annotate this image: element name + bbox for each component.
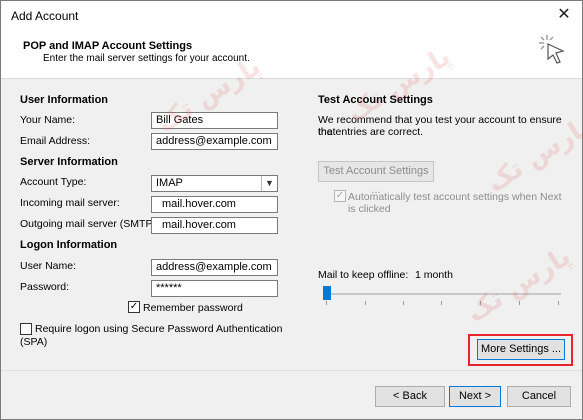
email-address-input[interactable]: address@example.com bbox=[151, 133, 278, 150]
user-name-input[interactable]: address@example.com bbox=[151, 259, 278, 276]
test-description-line2: the entries are correct. bbox=[318, 126, 424, 138]
account-type-label: Account Type: bbox=[20, 176, 87, 188]
remember-password-label: Remember password bbox=[143, 302, 243, 314]
account-type-select[interactable]: IMAP ▼ bbox=[151, 175, 278, 192]
your-name-label: Your Name: bbox=[20, 114, 76, 126]
require-spa-label-line1: Require logon using Secure Password Auth… bbox=[35, 323, 283, 335]
server-information-heading: Server Information bbox=[20, 156, 118, 168]
chevron-down-icon[interactable]: ▼ bbox=[261, 176, 277, 191]
watermark-text: پارس تک bbox=[461, 241, 576, 329]
page-title: POP and IMAP Account Settings bbox=[23, 40, 193, 52]
dialog-footer: < Back Next > Cancel bbox=[1, 370, 582, 419]
auto-test-label-line1: Automatically test account settings when… bbox=[348, 191, 562, 203]
test-account-settings-heading: Test Account Settings bbox=[318, 94, 433, 106]
next-button[interactable]: Next > bbox=[449, 386, 501, 407]
slider-tick bbox=[519, 301, 520, 305]
your-name-input[interactable]: Bill Gates bbox=[151, 112, 278, 129]
back-button[interactable]: < Back bbox=[375, 386, 445, 407]
window-title: Add Account bbox=[11, 9, 79, 23]
mail-offline-value: 1 month bbox=[415, 269, 453, 281]
email-address-label: Email Address: bbox=[20, 135, 91, 147]
slider-tick bbox=[480, 301, 481, 305]
slider-tick bbox=[403, 301, 404, 305]
cancel-button[interactable]: Cancel bbox=[507, 386, 571, 407]
mail-offline-slider-track[interactable] bbox=[323, 293, 561, 295]
logon-information-heading: Logon Information bbox=[20, 239, 118, 251]
incoming-server-label: Incoming mail server: bbox=[20, 197, 120, 209]
slider-tick bbox=[326, 301, 327, 305]
add-account-dialog: Add Account ✕ POP and IMAP Account Setti… bbox=[0, 0, 583, 420]
mail-offline-slider-thumb[interactable] bbox=[323, 286, 331, 300]
slider-tick bbox=[558, 301, 559, 305]
auto-test-label-line2: is clicked bbox=[348, 203, 391, 215]
more-settings-button[interactable]: More Settings ... bbox=[477, 339, 565, 360]
dialog-header: POP and IMAP Account Settings Enter the … bbox=[1, 31, 582, 79]
setup-cursor-icon bbox=[539, 35, 565, 64]
outgoing-server-label: Outgoing mail server (SMTP): bbox=[20, 218, 159, 230]
mail-offline-label: Mail to keep offline: bbox=[318, 269, 409, 281]
require-spa-label-line2: (SPA) bbox=[20, 336, 48, 348]
user-information-heading: User Information bbox=[20, 94, 109, 106]
slider-tick bbox=[365, 301, 366, 305]
test-account-settings-button[interactable]: Test Account Settings ... bbox=[318, 161, 434, 196]
password-input[interactable]: ****** bbox=[151, 280, 278, 297]
page-subtitle: Enter the mail server settings for your … bbox=[43, 53, 250, 64]
require-spa-checkbox[interactable] bbox=[20, 323, 32, 335]
account-type-value: IMAP bbox=[156, 177, 183, 189]
incoming-server-input[interactable]: mail.hover.com bbox=[151, 196, 278, 213]
outgoing-server-input[interactable]: mail.hover.com bbox=[151, 217, 278, 234]
settings-form: User Information Your Name: Bill Gates E… bbox=[1, 42, 583, 370]
auto-test-checkbox[interactable]: ✓ bbox=[334, 190, 346, 202]
close-icon[interactable]: ✕ bbox=[556, 6, 572, 24]
user-name-label: User Name: bbox=[20, 260, 77, 272]
title-bar: Add Account ✕ bbox=[1, 1, 582, 31]
remember-password-checkbox[interactable]: ✓ bbox=[128, 301, 140, 313]
slider-tick bbox=[441, 301, 442, 305]
password-label: Password: bbox=[20, 281, 70, 293]
